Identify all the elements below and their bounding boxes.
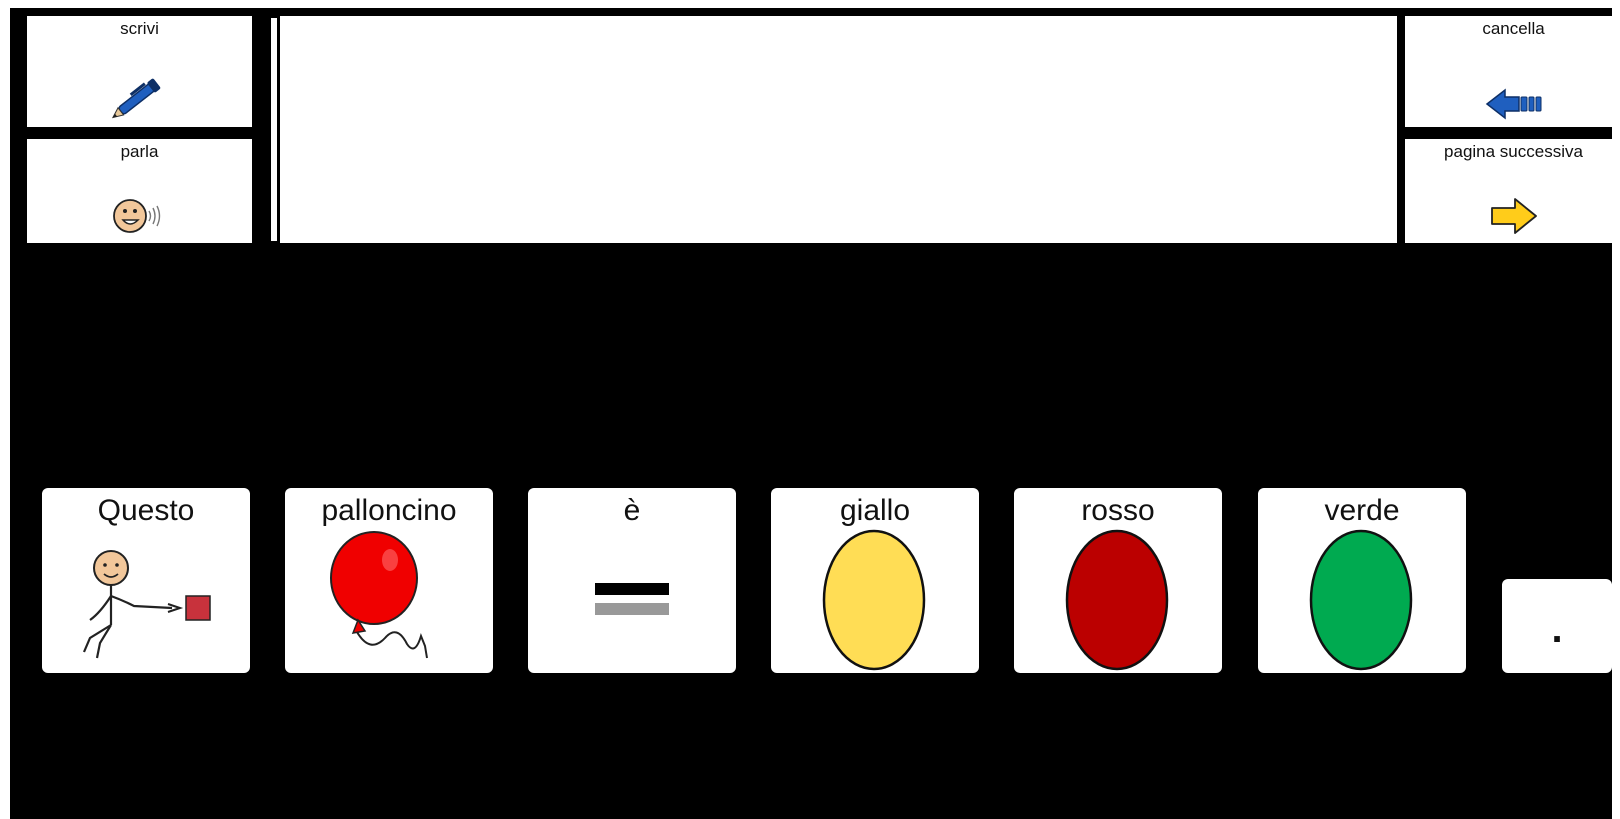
speak-button-label: parla xyxy=(120,142,159,161)
backspace-arrow-icon xyxy=(1485,88,1541,120)
pointing-person-icon xyxy=(82,550,211,659)
yellow-oval-icon xyxy=(822,529,926,671)
speak-button[interactable]: parla xyxy=(27,139,252,243)
app-window: scrivi parla cancella pagina successiva … xyxy=(10,8,1620,819)
green-oval-icon xyxy=(1309,529,1413,671)
symbol-card-rosso[interactable]: rosso xyxy=(1014,488,1222,673)
red-balloon-icon xyxy=(330,531,428,659)
speaking-face-icon xyxy=(112,199,160,233)
next-arrow-icon xyxy=(1490,198,1537,234)
symbol-label: . xyxy=(1551,607,1563,651)
next-page-button[interactable]: pagina successiva xyxy=(1405,139,1620,243)
symbol-card-e[interactable]: è xyxy=(528,488,736,673)
symbol-card-palloncino[interactable]: palloncino xyxy=(285,488,493,673)
symbol-card-verde[interactable]: verde xyxy=(1258,488,1466,673)
clear-button-label: cancella xyxy=(1482,19,1545,38)
symbol-card-period[interactable]: . xyxy=(1502,579,1612,673)
red-oval-icon xyxy=(1065,529,1169,671)
symbol-card-questo[interactable]: Questo xyxy=(42,488,250,673)
equals-icon xyxy=(595,583,669,615)
clear-button[interactable]: cancella xyxy=(1405,16,1620,127)
write-button[interactable]: scrivi xyxy=(27,16,252,127)
message-box[interactable] xyxy=(280,16,1397,243)
write-button-label: scrivi xyxy=(120,19,159,38)
text-cursor xyxy=(271,18,277,241)
pen-icon xyxy=(111,78,160,119)
symbol-card-giallo[interactable]: giallo xyxy=(771,488,979,673)
next-page-button-label: pagina successiva xyxy=(1444,142,1583,161)
